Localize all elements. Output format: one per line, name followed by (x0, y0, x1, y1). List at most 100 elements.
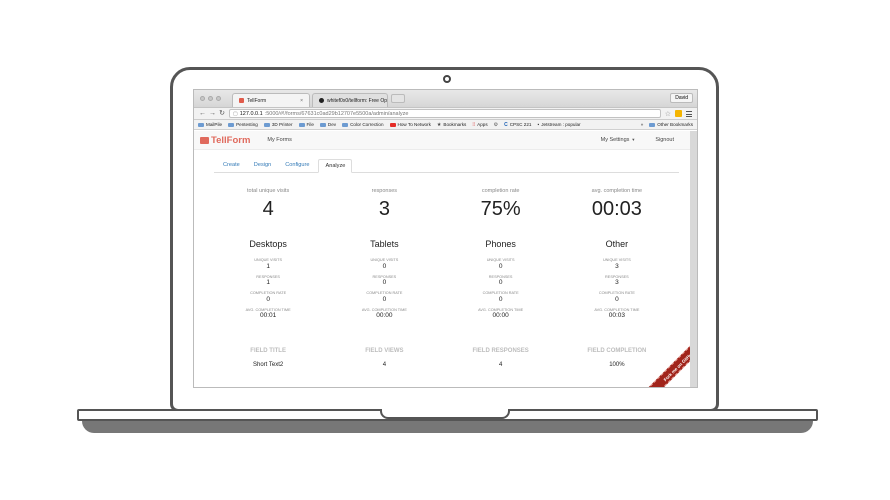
bookmark-item[interactable]: ▪ Jetstream : popular (537, 122, 580, 128)
tab-configure[interactable]: Configure (276, 162, 314, 172)
bookmark-label: Other Bookmarks (657, 122, 693, 127)
bookmark-label: Color Correction (350, 122, 384, 127)
profile-button[interactable]: David (670, 93, 693, 103)
stat-label: avg. completion time (591, 188, 643, 194)
metric-value: 1 (266, 279, 270, 286)
close-window-button[interactable] (200, 96, 205, 101)
bookmark-item[interactable]: Color Correction (342, 122, 384, 127)
zoom-window-button[interactable] (216, 96, 221, 101)
browser-toolbar: ← → ↻ ▢ 127.0.0.1:5000/#!/forms/67631c0a… (194, 108, 697, 120)
folder-icon (649, 122, 656, 127)
bookmark-item[interactable]: 3D Printer (263, 122, 293, 127)
metric-label: RESPONSES (605, 274, 629, 279)
bookmark-star-icon[interactable]: ☆ (665, 110, 671, 118)
app-navbar: TellForm My Forms My Settings ▼ Signout (194, 131, 697, 150)
tab-analyze[interactable]: Analyze (318, 159, 353, 173)
other-bookmarks[interactable]: Other Bookmarks (649, 122, 693, 127)
signout-link[interactable]: Signout (655, 137, 674, 143)
metric-value: 0 (498, 279, 503, 286)
tab-design[interactable]: Design (245, 162, 276, 172)
metric-label: UNIQUE VISITS (486, 258, 515, 262)
bookmark-label: CPSC 221 (509, 122, 532, 127)
my-forms-link[interactable]: My Forms (267, 137, 291, 143)
metric-label: UNIQUE VISITS (370, 258, 399, 262)
metric-label: AVG. COMPLETION TIME (594, 307, 640, 312)
metric-value: 3 (615, 262, 619, 270)
folder-icon (342, 122, 349, 127)
metric-label: COMPLETION RATE (598, 291, 635, 295)
bookmark-item[interactable]: Dev (319, 122, 336, 127)
metric-value: 0 (382, 279, 387, 286)
device-breakdown: Desktops UNIQUE VISITS 1 RESPONSES 1 COM… (210, 239, 675, 324)
close-tab-icon[interactable]: × (300, 98, 303, 104)
hamburger-menu-icon[interactable] (686, 110, 692, 117)
device-name: Phones (485, 239, 516, 249)
device-name: Desktops (249, 239, 287, 249)
scrollbar[interactable] (690, 131, 697, 387)
new-tab-button[interactable] (391, 94, 405, 103)
stat-value: 00:03 (591, 198, 642, 220)
bookmark-label: Apps (477, 122, 488, 127)
bookmark-item[interactable]: Pentesting (228, 122, 258, 127)
back-arrow-icon[interactable]: ← (199, 109, 206, 119)
stat-value: 3 (378, 198, 390, 220)
table-cell: Short Text2 (253, 362, 284, 368)
stat-unique-visits: total unique visits 4 (210, 188, 326, 221)
tab-title: TellForm (247, 97, 267, 104)
laptop-notch (380, 409, 510, 419)
metric-value: 3 (615, 279, 619, 286)
folder-icon (263, 122, 270, 127)
metric-value: 00:01 (259, 312, 277, 319)
url-host: 127.0.0.1 (239, 110, 263, 117)
bookmark-label: MailPile (206, 122, 223, 127)
column-header: FIELD TITLE (250, 348, 286, 354)
bookmark-item[interactable]: ⚙ (494, 122, 498, 128)
tab-create[interactable]: Create (214, 162, 245, 172)
metric-value: 1 (266, 262, 270, 270)
laptop-foot (82, 421, 813, 433)
forward-arrow-icon[interactable]: → (209, 109, 216, 119)
browser-tab-github[interactable]: whitef0x0/tellform: Free Op × (312, 93, 388, 107)
metric-label: UNIQUE VISITS (254, 258, 283, 262)
device-name: Other (605, 239, 629, 249)
window-controls (200, 96, 221, 101)
device-phones: Phones UNIQUE VISITS 0 RESPONSES 0 COMPL… (443, 239, 559, 324)
stat-responses: responses 3 (326, 188, 442, 221)
extension-icon[interactable] (675, 110, 682, 117)
reload-icon[interactable]: ↻ (219, 109, 225, 119)
bookmark-item[interactable]: File (298, 122, 314, 127)
metric-value: 0 (382, 262, 387, 270)
bookmark-label: Bookmarks (443, 122, 467, 127)
bookmarks-overflow[interactable]: » (641, 122, 644, 127)
bookmark-label: How To Network (397, 122, 431, 127)
camera-icon (443, 75, 451, 83)
tellform-logo[interactable]: TellForm (200, 135, 250, 146)
bookmark-icon: ▪ (537, 121, 540, 128)
summary-stats: total unique visits 4 responses 3 comple… (210, 188, 675, 221)
metric-label: RESPONSES (488, 274, 513, 279)
bookmark-label: 3D Printer (271, 122, 293, 127)
folder-icon (298, 122, 305, 127)
my-settings-dropdown[interactable]: My Settings ▼ (601, 137, 636, 143)
metric-value: 00:03 (608, 312, 626, 319)
bookmarks-bar: MailPile Pentesting 3D Printer File Dev … (194, 120, 697, 130)
address-bar[interactable]: ▢ 127.0.0.1:5000/#!/forms/67631c0ad29b12… (229, 109, 661, 118)
browser-tabbar: TellForm × whitef0x0/tellform: Free Op ×… (194, 90, 697, 108)
browser-tab-tellform[interactable]: TellForm × (232, 93, 310, 107)
github-favicon-icon (319, 98, 324, 103)
metric-value: 0 (382, 295, 387, 303)
page-icon: ▢ (233, 110, 238, 117)
bookmark-item[interactable]: ⁞⁞ Apps (472, 122, 487, 128)
stat-completion-rate: completion rate 75% (443, 188, 559, 221)
bookmark-item[interactable]: MailPile (198, 122, 222, 127)
bookmark-item[interactable]: How To Network (389, 122, 431, 127)
folder-icon (319, 122, 326, 127)
star-icon: ★ (436, 121, 442, 128)
minimize-window-button[interactable] (208, 96, 213, 101)
bookmark-item[interactable]: ★ Bookmarks (437, 122, 466, 128)
device-other: Other UNIQUE VISITS 3 RESPONSES 3 COMPLE… (559, 239, 675, 324)
logo-icon (200, 136, 209, 144)
bookmark-item[interactable]: C CPSC 221 (504, 122, 531, 128)
stat-label: total unique visits (247, 188, 290, 194)
metric-label: COMPLETION RATE (482, 291, 519, 295)
